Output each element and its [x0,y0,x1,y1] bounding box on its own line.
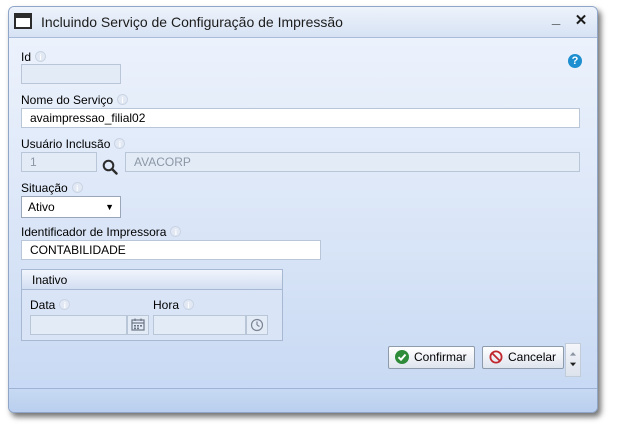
info-icon: i [183,299,195,310]
usuario-name-input[interactable] [125,152,580,172]
help-icon[interactable]: ? [568,54,582,68]
identificador-label-text: Identificador de Impressora [21,225,167,239]
info-icon: i [117,94,129,105]
hora-label-text: Hora [153,298,180,312]
info-icon: i [59,299,71,310]
id-input[interactable] [21,64,121,84]
nome-servico-label: Nome do Serviço i [21,93,129,107]
window-title: Incluindo Serviço de Configuração de Imp… [41,14,343,30]
inativo-group-title: Inativo [32,273,68,287]
hora-label: Hora i [153,298,195,312]
situacao-label: Situação i [21,181,83,195]
scroll-down-icon[interactable] [569,362,577,367]
info-icon: i [170,226,182,237]
confirmar-label: Confirmar [414,350,467,364]
button-scroller[interactable] [565,343,581,377]
nome-servico-input[interactable] [21,108,580,128]
usuario-inclusao-label: Usuário Inclusão i [21,137,126,151]
inativo-group: Inativo Data i Hora i [21,269,283,341]
identificador-input[interactable] [21,240,321,260]
identificador-label: Identificador de Impressora i [21,225,182,239]
id-label-text: Id [21,50,32,64]
title-bar: Incluindo Serviço de Configuração de Imp… [9,7,597,38]
info-icon: i [35,51,47,62]
scroll-up-icon[interactable] [569,352,577,356]
minimize-button[interactable]: _ [547,10,565,28]
clock-icon[interactable] [246,315,268,335]
situacao-select[interactable]: Ativo ▼ [21,196,121,218]
situacao-selected-value: Ativo [28,200,55,214]
nome-servico-label-text: Nome do Serviço [21,93,114,107]
cancelar-button[interactable]: Cancelar [482,346,564,369]
hora-input[interactable] [153,315,246,335]
cancelar-label: Cancelar [508,350,557,364]
close-button[interactable]: ✕ [572,12,590,30]
usuario-inclusao-label-text: Usuário Inclusão [21,137,111,151]
calendar-icon[interactable] [127,315,149,335]
data-label: Data i [30,298,71,312]
id-label: Id i [21,50,47,64]
info-icon: i [114,138,126,149]
search-icon[interactable] [102,159,118,175]
check-icon [395,350,409,364]
data-label-text: Data [30,298,56,312]
inativo-group-header: Inativo [22,270,282,290]
dialog-window: Incluindo Serviço de Configuração de Imp… [8,6,598,413]
status-bar [9,388,597,412]
usuario-code-input[interactable] [21,152,97,172]
cancel-icon [489,350,503,364]
window-icon [14,13,32,29]
data-input[interactable] [30,315,127,335]
chevron-down-icon: ▼ [105,202,114,212]
confirmar-button[interactable]: Confirmar [388,346,475,369]
form-area: ? Idi Nome do Serviçoi Usuário Inclusãoi… [9,38,597,380]
info-icon: i [71,182,83,193]
situacao-label-text: Situação [21,181,68,195]
